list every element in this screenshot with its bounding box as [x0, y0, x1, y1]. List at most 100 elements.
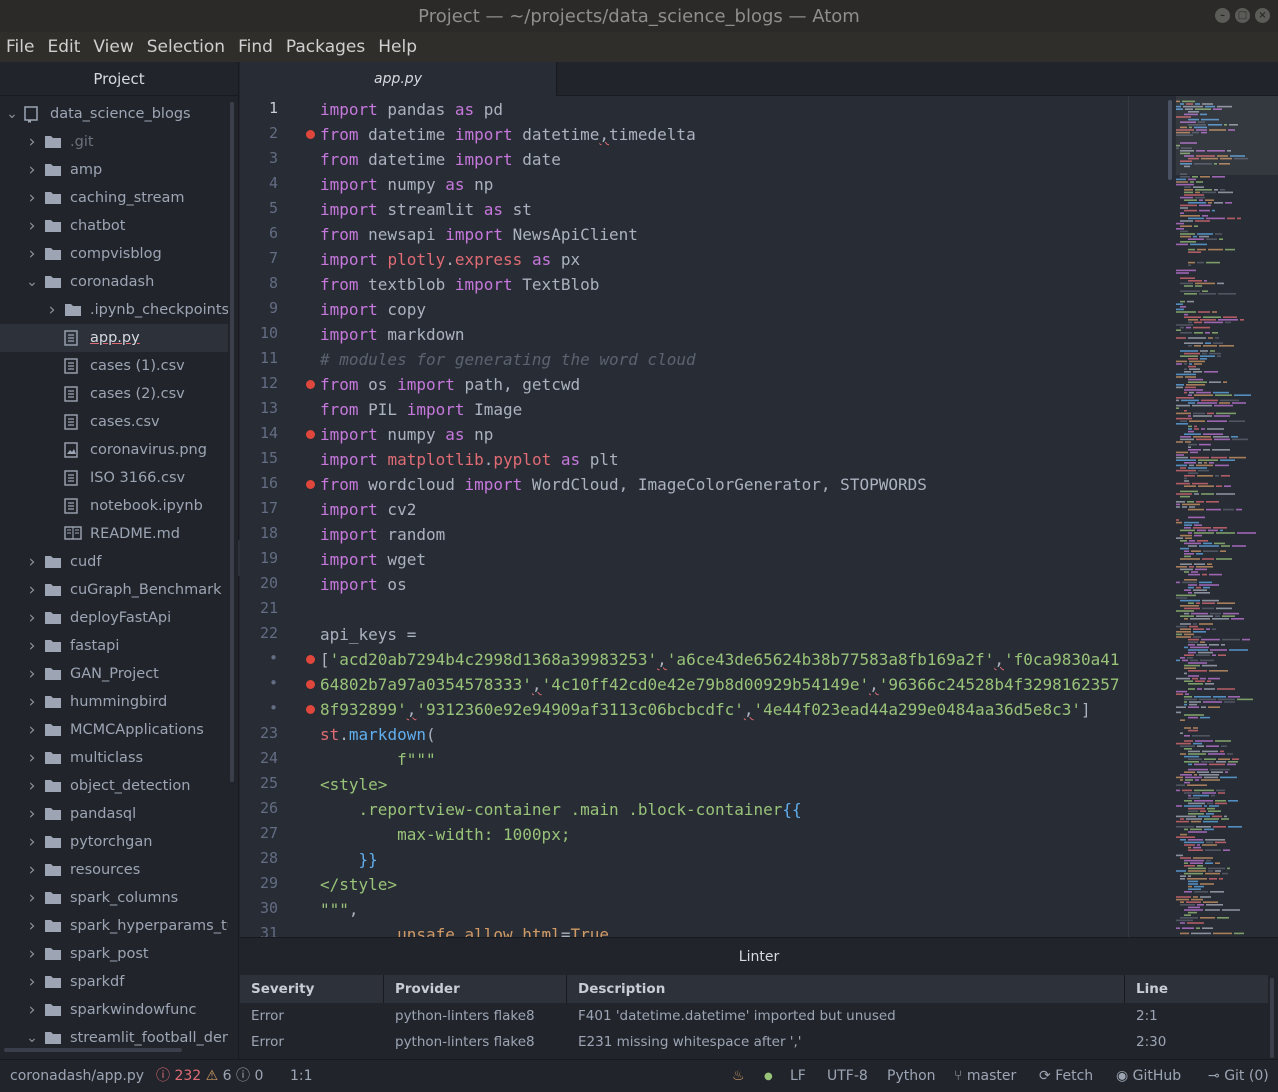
- tree-file[interactable]: app.py: [0, 324, 228, 352]
- lint-error-dot-icon[interactable]: [306, 705, 315, 714]
- chevron-down-icon[interactable]: ⌄: [6, 106, 18, 122]
- code-line[interactable]: .reportview-container .main .block-conta…: [320, 797, 802, 822]
- close-button[interactable]: ×: [1255, 8, 1270, 23]
- tree-folder[interactable]: › chatbot: [0, 212, 228, 240]
- git-button[interactable]: ⊸ Git (0): [1208, 1060, 1269, 1092]
- col-provider[interactable]: Provider: [395, 981, 460, 997]
- tree-folder[interactable]: › sparkdf: [0, 968, 228, 996]
- code-line[interactable]: ['acd20ab7294b4c2998d1368a39983253','a6c…: [320, 647, 1120, 672]
- code-line[interactable]: from newsapi import NewsApiClient: [320, 222, 638, 247]
- code-line[interactable]: """,: [320, 897, 359, 922]
- tab-app-py[interactable]: app.py: [240, 62, 557, 96]
- chevron-right-icon[interactable]: ›: [26, 132, 38, 152]
- linter-scrollbar[interactable]: [1270, 978, 1274, 1058]
- chevron-right-icon[interactable]: ›: [26, 188, 38, 208]
- chevron-right-icon[interactable]: ›: [26, 776, 38, 796]
- code-line[interactable]: import copy: [320, 297, 426, 322]
- editor-vertical-scrollbar[interactable]: [1168, 100, 1172, 180]
- code-line[interactable]: <style>: [320, 772, 387, 797]
- tree-folder[interactable]: › pytorchgan: [0, 828, 228, 856]
- code-line[interactable]: import matplotlib.pyplot as plt: [320, 447, 619, 472]
- chevron-right-icon[interactable]: ›: [26, 664, 38, 684]
- code-line[interactable]: # modules for generating the word cloud: [320, 347, 696, 372]
- tree-folder[interactable]: ⌄ coronadash: [0, 268, 228, 296]
- menu-packages[interactable]: Packages: [286, 37, 365, 57]
- code-line[interactable]: import numpy as np: [320, 172, 493, 197]
- lint-error-dot-icon[interactable]: [306, 430, 315, 439]
- minimap[interactable]: [1176, 96, 1278, 937]
- menu-selection[interactable]: Selection: [147, 37, 225, 57]
- flame-icon[interactable]: ♨: [732, 1060, 745, 1092]
- tree-folder[interactable]: › spark_hyperparams_tun: [0, 912, 228, 940]
- col-severity[interactable]: Severity: [251, 981, 314, 997]
- code-line[interactable]: import os: [320, 572, 407, 597]
- chevron-right-icon[interactable]: ›: [26, 888, 38, 908]
- status-dot-icon[interactable]: ●: [764, 1060, 773, 1092]
- tree-folder[interactable]: › amp: [0, 156, 228, 184]
- code-line[interactable]: from PIL import Image: [320, 397, 522, 422]
- tree-folder[interactable]: › GAN_Project: [0, 660, 228, 688]
- line-ending[interactable]: LF: [790, 1060, 806, 1092]
- code-line[interactable]: }}: [320, 847, 378, 872]
- code-line[interactable]: unsafe_allow_html=True,: [320, 922, 619, 937]
- col-line[interactable]: Line: [1136, 981, 1168, 997]
- code-line[interactable]: from wordcloud import WordCloud, ImageCo…: [320, 472, 927, 497]
- tree-folder[interactable]: › fastapi: [0, 632, 228, 660]
- tree-file[interactable]: README.md: [0, 520, 228, 548]
- tree-file[interactable]: notebook.ipynb: [0, 492, 228, 520]
- linter-row[interactable]: Error python-linters flake8 F401 'dateti…: [240, 1003, 1268, 1029]
- chevron-right-icon[interactable]: ›: [26, 552, 38, 572]
- lint-error-dot-icon[interactable]: [306, 380, 315, 389]
- encoding[interactable]: UTF-8: [827, 1060, 868, 1092]
- chevron-right-icon[interactable]: ›: [26, 608, 38, 628]
- tree-folder[interactable]: › spark_columns: [0, 884, 228, 912]
- maximize-button[interactable]: □: [1235, 8, 1250, 23]
- tree-folder[interactable]: › MCMCApplications: [0, 716, 228, 744]
- tree-folder[interactable]: › .git: [0, 128, 228, 156]
- chevron-right-icon[interactable]: ›: [26, 832, 38, 852]
- chevron-right-icon[interactable]: ›: [26, 944, 38, 964]
- chevron-right-icon[interactable]: ›: [26, 580, 38, 600]
- chevron-right-icon[interactable]: ›: [26, 636, 38, 656]
- code-line[interactable]: 8f932899','9312360e92e94909af3113c06bcbc…: [320, 697, 1091, 722]
- status-file-path[interactable]: coronadash/app.py: [10, 1060, 144, 1092]
- chevron-right-icon[interactable]: ›: [26, 720, 38, 740]
- code-line[interactable]: </style>: [320, 872, 397, 897]
- cursor-position[interactable]: 1:1: [290, 1060, 313, 1092]
- branch-selector[interactable]: ⑂ master: [954, 1060, 1016, 1092]
- chevron-down-icon[interactable]: ⌄: [26, 274, 38, 290]
- tree-vertical-scrollbar[interactable]: [230, 102, 234, 782]
- tree-header[interactable]: Project: [0, 62, 238, 96]
- tree-folder[interactable]: › .ipynb_checkpoints: [0, 296, 228, 324]
- chevron-down-icon[interactable]: ⌄: [26, 1030, 38, 1046]
- col-description[interactable]: Description: [578, 981, 665, 997]
- tree-folder[interactable]: ⌄ data_science_blogs: [0, 100, 228, 128]
- tree-folder[interactable]: › resources: [0, 856, 228, 884]
- code-line[interactable]: max-width: 1000px;: [320, 822, 570, 847]
- tree-file[interactable]: cases (1).csv: [0, 352, 228, 380]
- chevron-right-icon[interactable]: ›: [26, 1000, 38, 1020]
- chevron-right-icon[interactable]: ›: [26, 692, 38, 712]
- code-line[interactable]: import streamlit as st: [320, 197, 532, 222]
- lint-error-dot-icon[interactable]: [306, 130, 315, 139]
- tree-file[interactable]: ISO 3166.csv: [0, 464, 228, 492]
- code-line[interactable]: import numpy as np: [320, 422, 493, 447]
- tree-folder[interactable]: › multiclass: [0, 744, 228, 772]
- github-button[interactable]: ◉ GitHub: [1116, 1060, 1181, 1092]
- tree-folder[interactable]: › deployFastApi: [0, 604, 228, 632]
- linter-row[interactable]: Error python-linters flake8 E231 missing…: [240, 1029, 1268, 1055]
- tree-folder[interactable]: › spark_post: [0, 940, 228, 968]
- tree-folder[interactable]: › object_detection: [0, 772, 228, 800]
- code-line[interactable]: import plotly.express as px: [320, 247, 580, 272]
- code-line[interactable]: from textblob import TextBlob: [320, 272, 599, 297]
- chevron-right-icon[interactable]: ›: [26, 916, 38, 936]
- menu-find[interactable]: Find: [238, 37, 273, 57]
- tree-folder[interactable]: › sparkwindowfunc: [0, 996, 228, 1024]
- row-line[interactable]: 2:30: [1136, 1034, 1166, 1050]
- code-line[interactable]: import wget: [320, 547, 426, 572]
- chevron-right-icon[interactable]: ›: [26, 804, 38, 824]
- code-line[interactable]: api_keys =: [320, 622, 416, 647]
- tree-folder[interactable]: › cudf: [0, 548, 228, 576]
- lint-error-dot-icon[interactable]: [306, 480, 315, 489]
- tree-file[interactable]: cases.csv: [0, 408, 228, 436]
